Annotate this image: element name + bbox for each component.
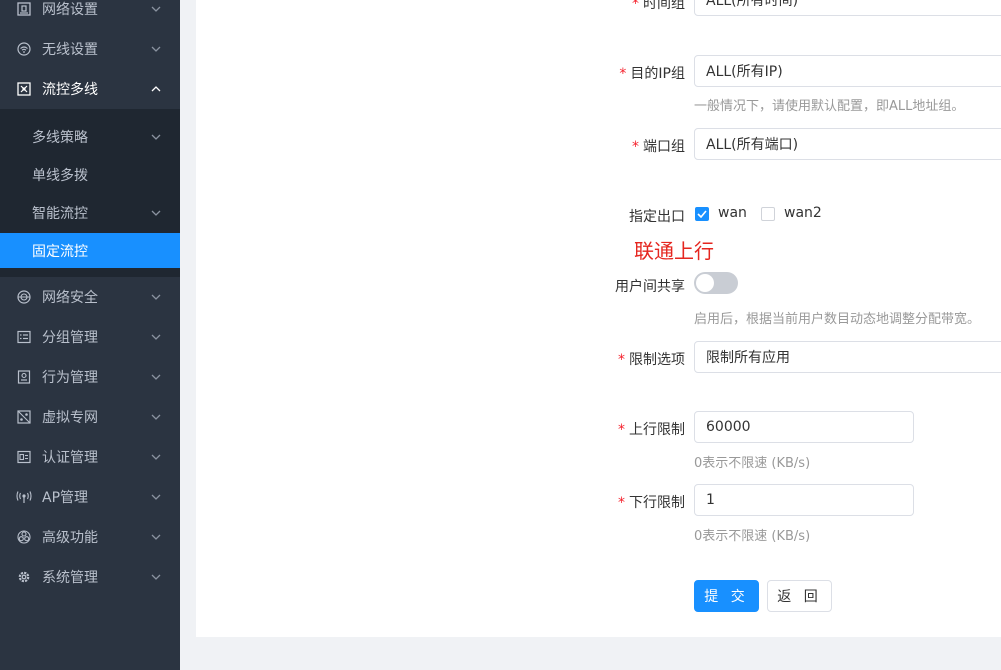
port-group-select[interactable]: ALL(所有端口) — [694, 128, 1001, 160]
chevron-down-icon — [151, 208, 161, 218]
limit-option-select[interactable]: 限制所有应用 — [694, 341, 1001, 373]
chevron-down-icon — [151, 4, 161, 14]
checkmark-icon — [697, 210, 707, 218]
user-share-toggle[interactable] — [694, 272, 738, 294]
outlet-wan-checkbox[interactable] — [695, 207, 709, 221]
gear-icon — [16, 569, 32, 585]
globe-shield-icon — [16, 289, 32, 305]
nav-item-auth-management[interactable]: 认证管理 — [0, 437, 180, 477]
nav-item-group-management[interactable]: 分组管理 — [0, 317, 180, 357]
nav-item-network-security[interactable]: 网络安全 — [0, 277, 180, 317]
down-limit-hint: 0表示不限速 (KB/s) — [694, 529, 811, 544]
nav-label: 分组管理 — [42, 330, 98, 346]
required-mark: * — [619, 66, 627, 82]
chevron-down-icon — [151, 532, 161, 542]
required-mark: * — [618, 495, 625, 511]
back-button[interactable]: 返 回 — [767, 580, 832, 612]
chevron-down-icon — [151, 332, 161, 342]
required-mark: * — [618, 352, 625, 368]
down-limit-label-text: 下行限制 — [629, 495, 685, 511]
nav-label: 无线设置 — [42, 42, 98, 58]
chevron-up-icon — [151, 84, 161, 94]
sidebar: 网络设置 无线设置 流控多线 多线策略 单线多拨 智能流控 固定流控 网络安全 … — [0, 0, 180, 670]
dest-ip-group-label: * 目的IP组 — [619, 63, 685, 83]
down-limit-label: * 下行限制 — [618, 492, 685, 512]
up-limit-label: * 上行限制 — [618, 419, 685, 439]
submenu-flow-control: 多线策略 单线多拨 智能流控 固定流控 — [0, 109, 180, 277]
nav-item-behavior-management[interactable]: 行为管理 — [0, 357, 180, 397]
submenu-item-smart-flow-control[interactable]: 智能流控 — [0, 194, 180, 232]
nav-item-flow-control[interactable]: 流控多线 — [0, 69, 180, 109]
nav-item-vpn[interactable]: 虚拟专网 — [0, 397, 180, 437]
chevron-down-icon — [151, 572, 161, 582]
chevron-down-icon — [151, 292, 161, 302]
vpn-icon — [16, 409, 32, 425]
flow-control-icon — [16, 81, 32, 97]
nav-label: 虚拟专网 — [42, 410, 98, 426]
nav-item-wireless-settings[interactable]: 无线设置 — [0, 29, 180, 69]
nav-item-system-management[interactable]: 系统管理 — [0, 557, 180, 597]
nav-label: 网络设置 — [42, 2, 98, 18]
submenu-label: 多线策略 — [32, 130, 88, 146]
nav-label: 高级功能 — [42, 530, 98, 546]
chevron-down-icon — [151, 492, 161, 502]
nav-label: 流控多线 — [42, 82, 98, 98]
annotation-text: 联通上行 — [634, 239, 714, 263]
time-group-label-text: 时间组 — [643, 0, 685, 12]
outlet-wan2-label[interactable]: wan2 — [784, 205, 822, 221]
required-mark: * — [632, 139, 639, 155]
port-group-label: * 端口组 — [632, 136, 685, 156]
nav-label: 网络安全 — [42, 290, 98, 306]
dest-ip-group-label-text: 目的IP组 — [630, 66, 685, 82]
chevron-down-icon — [151, 412, 161, 422]
user-share-hint: 启用后，根据当前用户数目动态地调整分配带宽。 — [694, 312, 981, 327]
outlet-label: 指定出口 — [629, 209, 685, 225]
submenu-item-single-line-multidial[interactable]: 单线多拨 — [0, 156, 180, 194]
time-group-label: * 时间组 — [632, 0, 685, 13]
auth-icon — [16, 449, 32, 465]
chevron-down-icon — [151, 44, 161, 54]
chevron-down-icon — [151, 452, 161, 462]
dest-ip-group-hint: 一般情况下，请使用默认配置，即ALL地址组。 — [694, 99, 965, 114]
limit-option-label-text: 限制选项 — [629, 352, 685, 368]
submit-button[interactable]: 提 交 — [694, 580, 759, 612]
wifi-icon — [16, 41, 32, 57]
outlet-wan2-checkbox[interactable] — [761, 207, 775, 221]
port-group-label-text: 端口组 — [643, 139, 685, 155]
up-limit-input[interactable]: 60000 — [694, 411, 914, 443]
chevron-down-icon — [151, 372, 161, 382]
time-group-select[interactable]: ALL(所有时间) — [694, 0, 1001, 16]
required-mark: * — [632, 0, 639, 12]
submenu-label: 智能流控 — [32, 206, 88, 222]
chevron-down-icon — [151, 132, 161, 142]
outlet-wan-label[interactable]: wan — [718, 205, 747, 221]
building-icon — [16, 1, 32, 17]
nav-item-advanced-features[interactable]: 高级功能 — [0, 517, 180, 557]
submenu-label: 固定流控 — [32, 243, 88, 260]
up-limit-hint: 0表示不限速 (KB/s) — [694, 456, 811, 471]
limit-option-label: * 限制选项 — [618, 349, 685, 369]
user-share-label: 用户间共享 — [615, 279, 685, 295]
submenu-item-multiline-policy[interactable]: 多线策略 — [0, 118, 180, 156]
submenu-item-fixed-flow-control[interactable]: 固定流控 — [0, 233, 180, 268]
dest-ip-group-select[interactable]: ALL(所有IP) — [694, 55, 1001, 87]
up-limit-label-text: 上行限制 — [629, 422, 685, 438]
nav-label: 行为管理 — [42, 370, 98, 386]
required-mark: * — [618, 422, 625, 438]
behavior-icon — [16, 369, 32, 385]
ap-antenna-icon — [16, 489, 32, 505]
nav-label: 系统管理 — [42, 570, 98, 586]
fan-icon — [16, 529, 32, 545]
toggle-knob — [696, 274, 714, 292]
nav-item-network-settings[interactable]: 网络设置 — [0, 0, 180, 29]
nav-item-ap-management[interactable]: AP管理 — [0, 477, 180, 517]
nav-label: 认证管理 — [42, 450, 98, 466]
submenu-label: 单线多拨 — [32, 168, 88, 184]
down-limit-input[interactable]: 1 — [694, 484, 914, 516]
nav-label: AP管理 — [42, 490, 89, 506]
group-list-icon — [16, 329, 32, 345]
